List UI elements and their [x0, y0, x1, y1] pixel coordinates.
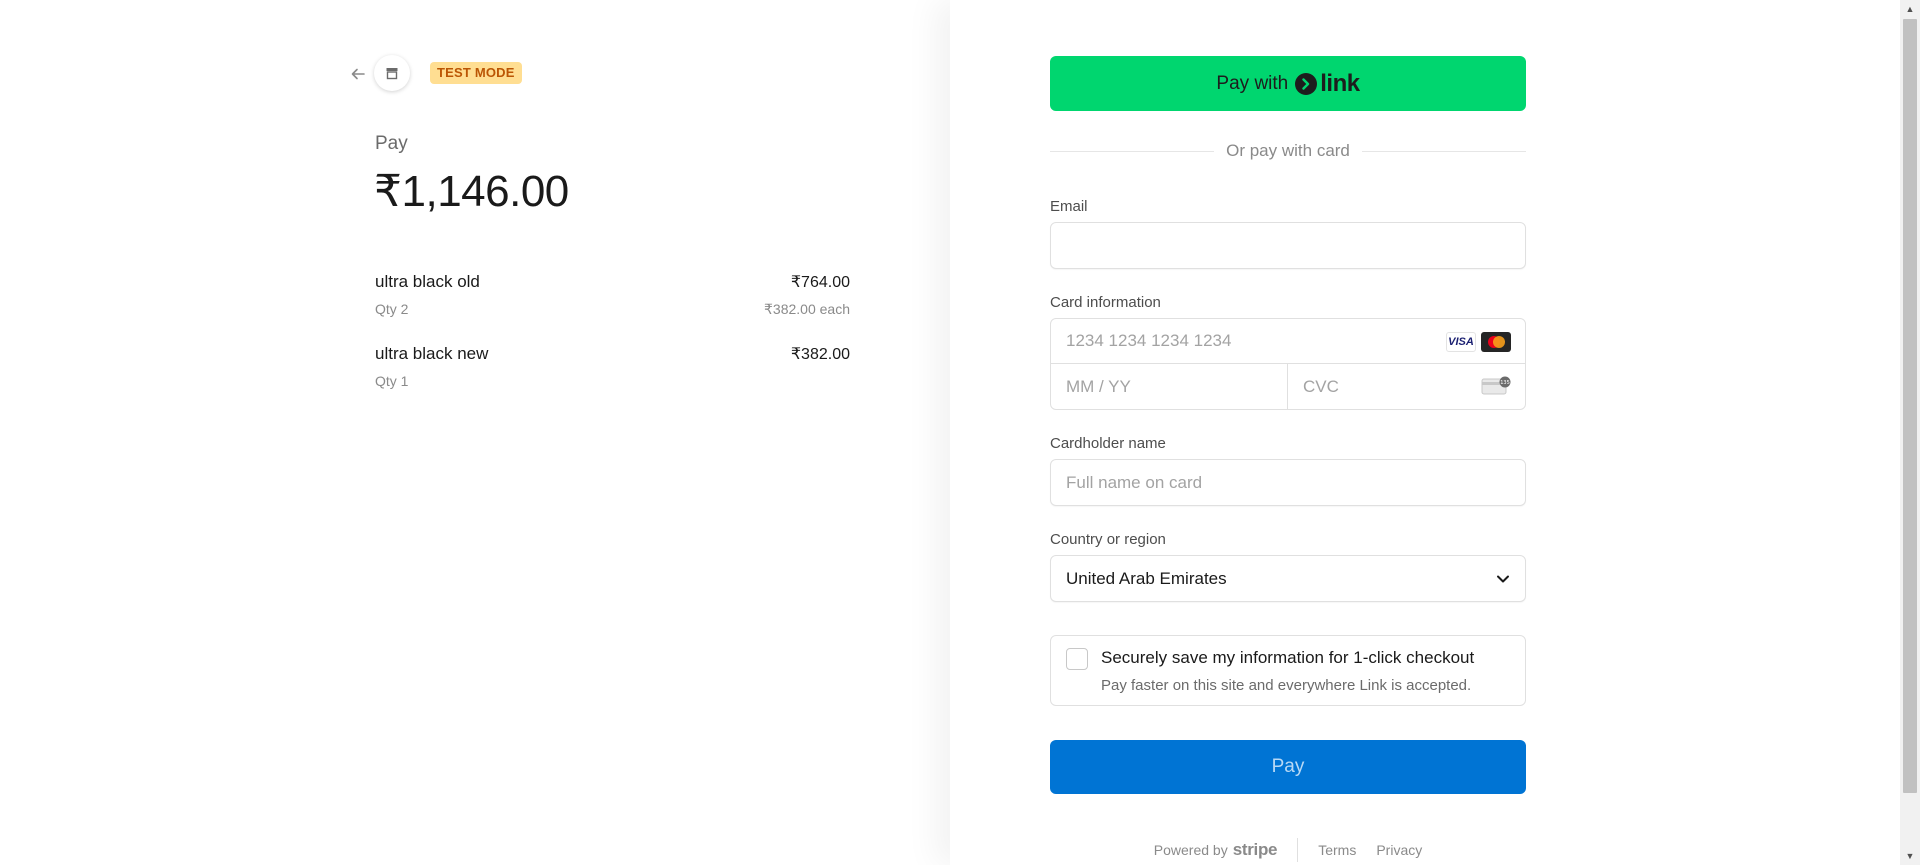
test-mode-badge: TEST MODE [430, 62, 522, 84]
footer-divider [1297, 838, 1299, 862]
card-cvc-field[interactable]: CVC 135 [1288, 364, 1525, 409]
pay-with-label: Pay with [1216, 72, 1289, 94]
country-label: Country or region [1050, 531, 1166, 548]
cardholder-name-field[interactable]: Full name on card [1050, 459, 1526, 506]
store-icon [374, 55, 410, 91]
checkout-page: TEST MODE Pay ₹1,146.00 ultra black old … [0, 0, 1920, 865]
link-chevron-icon [1295, 72, 1318, 95]
card-number-placeholder: 1234 1234 1234 1234 [1066, 331, 1232, 350]
divider-line [1361, 150, 1527, 152]
arrow-left-icon[interactable] [346, 62, 370, 86]
expiry-placeholder: MM / YY [1066, 376, 1131, 396]
card-cvc-icon: 135 [1481, 376, 1511, 395]
pay-label: Pay [375, 133, 408, 154]
card-expiry-field[interactable]: MM / YY [1051, 364, 1288, 409]
card-info-label: Card information [1050, 294, 1161, 311]
chevron-down-icon [1497, 575, 1509, 582]
svg-text:135: 135 [1500, 380, 1510, 386]
payment-form-panel: Pay with link Or pay with card Email Car… [950, 0, 1900, 865]
save-info-subtitle: Pay faster on this site and everywhere L… [1101, 677, 1472, 694]
card-brands: VISA [1446, 332, 1511, 352]
line-item: ultra black old ₹764.00 Qty 2 ₹382.00 ea… [375, 272, 850, 318]
item-qty: Qty 1 [375, 373, 409, 389]
item-name: ultra black new [375, 344, 489, 363]
total-amount: ₹1,146.00 [374, 167, 569, 216]
terms-link[interactable]: Terms [1318, 842, 1356, 858]
save-info-box: Securely save my information for 1-click… [1050, 635, 1526, 706]
scroll-down-icon[interactable]: ▼ [1900, 847, 1920, 865]
country-select[interactable]: United Arab Emirates [1050, 555, 1526, 602]
email-label: Email [1050, 198, 1088, 215]
scrollbar[interactable]: ▲ ▼ [1900, 0, 1920, 865]
divider-text: Or pay with card [1226, 141, 1350, 160]
pay-button[interactable]: Pay [1050, 740, 1526, 794]
powered-by[interactable]: Powered by stripe [1153, 840, 1278, 860]
visa-icon: VISA [1446, 332, 1476, 352]
email-field[interactable] [1050, 222, 1526, 269]
stripe-logo: stripe [1232, 840, 1278, 859]
cvc-placeholder: CVC [1303, 376, 1339, 396]
item-price: ₹382.00 [790, 346, 850, 363]
mastercard-icon [1481, 332, 1511, 352]
scroll-up-icon[interactable]: ▲ [1900, 0, 1920, 18]
item-unit-price: ₹382.00 each [764, 301, 850, 317]
country-selected-value: United Arab Emirates [1066, 568, 1227, 588]
powered-by-text: Powered by [1153, 842, 1228, 858]
card-number-field[interactable]: 1234 1234 1234 1234 VISA [1051, 319, 1525, 364]
privacy-link[interactable]: Privacy [1376, 842, 1422, 858]
card-info-group: 1234 1234 1234 1234 VISA MM / YY CVC 135 [1050, 318, 1526, 410]
save-info-title: Securely save my information for 1-click… [1101, 648, 1475, 667]
footer: Powered by stripe Terms Privacy [1050, 838, 1526, 862]
link-logo: link [1295, 69, 1360, 98]
link-brand-text: link [1320, 69, 1360, 97]
item-name: ultra black old [375, 272, 480, 291]
cardholder-label: Cardholder name [1050, 435, 1166, 452]
item-price: ₹764.00 [790, 274, 850, 291]
divider-line [1050, 150, 1215, 152]
line-item: ultra black new ₹382.00 Qty 1 [375, 344, 850, 389]
scroll-thumb[interactable] [1903, 19, 1917, 793]
or-divider: Or pay with card [1050, 141, 1527, 161]
pay-with-link-button[interactable]: Pay with link [1050, 56, 1526, 111]
save-info-checkbox[interactable] [1066, 648, 1088, 670]
item-qty: Qty 2 [375, 301, 409, 317]
order-summary-panel: TEST MODE Pay ₹1,146.00 ultra black old … [0, 0, 950, 865]
